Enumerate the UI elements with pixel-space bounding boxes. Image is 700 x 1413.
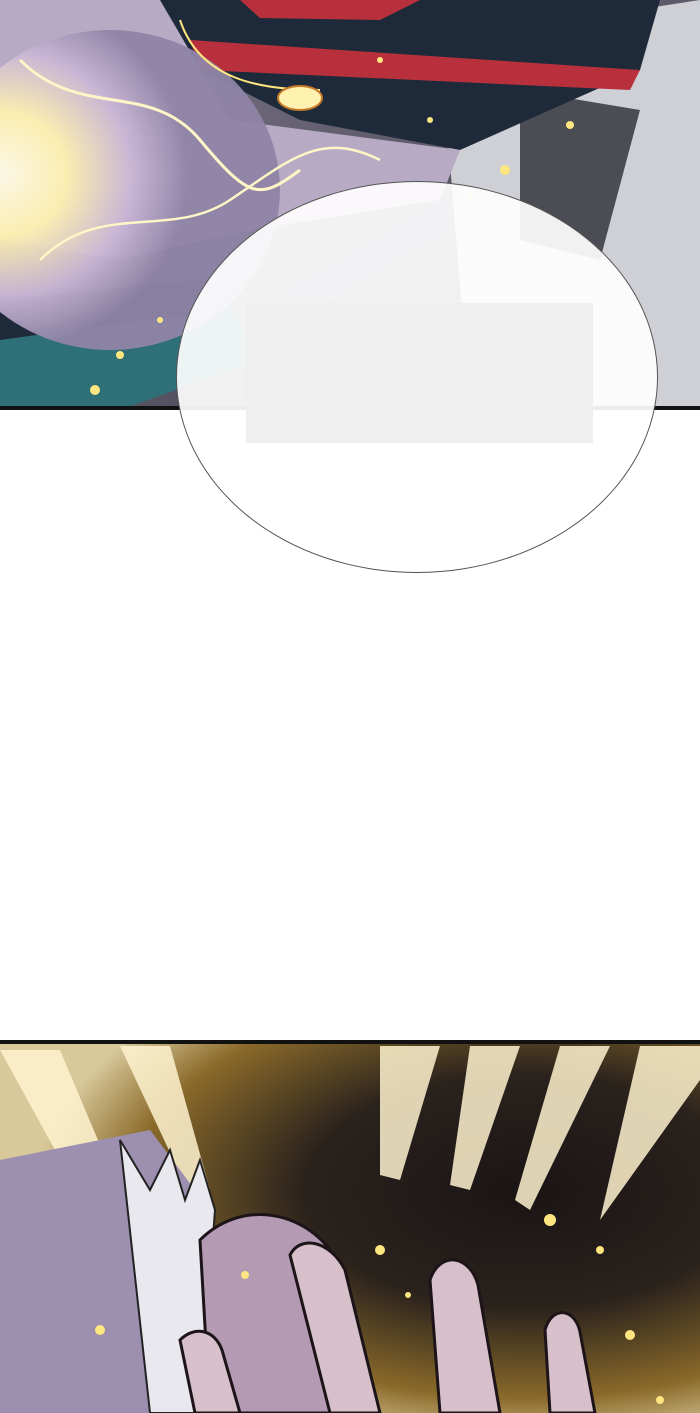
speech-bubble-text — [246, 303, 593, 443]
spark — [90, 385, 100, 395]
glowing-eye — [277, 85, 323, 111]
spark — [375, 1245, 385, 1255]
comic-panel-bottom — [0, 1040, 700, 1413]
spark — [116, 351, 124, 359]
spark — [95, 1325, 105, 1335]
spark — [157, 317, 163, 323]
panel-border — [0, 1040, 700, 1044]
spark — [241, 1271, 249, 1279]
spark — [405, 1292, 411, 1298]
spark — [500, 165, 510, 175]
spark — [544, 1214, 556, 1226]
panel-gutter — [0, 573, 700, 1040]
spark — [377, 57, 383, 63]
spark — [427, 117, 433, 123]
spark — [596, 1246, 604, 1254]
spark — [566, 121, 574, 129]
spark — [625, 1330, 635, 1340]
hand-burst-illustration — [0, 1044, 700, 1413]
spark — [656, 1396, 664, 1404]
